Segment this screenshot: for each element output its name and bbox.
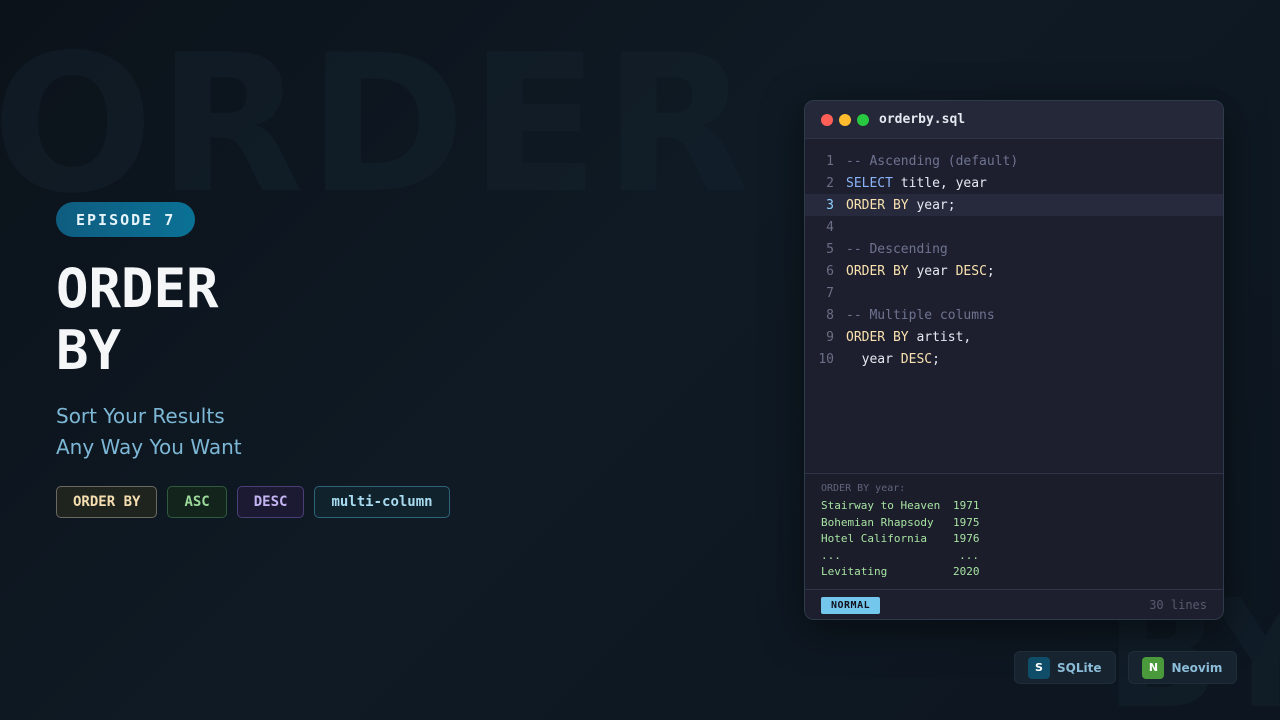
topic-tags: ORDER BY ASC DESC multi-column [56,486,450,518]
code-token: ; [986,263,995,279]
result-year-cell: 1975 [953,515,980,529]
code-line[interactable]: 2 SELECT title, year [805,172,1223,194]
line-number: 9 [826,329,834,345]
line-number: 1 [826,153,834,169]
result-year-cell: ... [959,548,979,562]
result-title-cell: ... [821,548,841,562]
title-line-2: BY [56,319,122,382]
episode-badge: EPISODE 7 [56,202,196,237]
code-token: DESC [955,263,987,279]
minimize-window-dot[interactable] [839,113,851,126]
editor-statusbar: NORMAL 30 lines [805,589,1223,619]
code-line[interactable]: 4 [805,216,1223,238]
close-window-dot[interactable] [821,113,833,126]
editor-titlebar: orderby.sql [805,101,1223,139]
code-token: ORDER BY [846,329,909,345]
code-editor-window: orderby.sql 1 -- Ascending (default) 2 SELE… [804,100,1224,620]
tag-order-by: ORDER BY [56,486,158,518]
tag-multi-column: multi-column [314,486,450,518]
page-title: ORDER BY [56,258,219,382]
editor-filename: orderby.sql [879,112,966,127]
code-token: artist, [908,329,972,345]
code-line[interactable]: 6 ORDER BY year DESC; [805,260,1223,282]
result-row: Levitating 2020 [821,565,1207,582]
code-token: year [908,263,956,279]
line-number: 8 [826,307,834,323]
line-number: 4 [826,219,834,235]
line-number: 10 [818,351,834,367]
result-year-cell: 2020 [953,565,980,578]
tool-badges: S SQLite N Neovim [1014,651,1238,684]
vim-mode-badge: NORMAL [821,596,881,614]
code-area[interactable]: 1 -- Ascending (default) 2 SELECT title, ye… [805,139,1223,370]
result-row: Bohemian Rhapsody 1975 [821,516,1207,533]
line-count: 30 lines [1149,598,1207,612]
sqlite-icon: S [1028,656,1050,679]
title-line-1: ORDER [56,257,219,320]
tool-label-neovim: Neovim [1171,660,1223,675]
results-title: ORDER BY year: [821,483,906,494]
result-row: Stairway to Heaven 1971 [821,499,1207,516]
code-token: title, year [892,175,987,191]
result-row: ...... [821,549,1207,566]
line-number: 3 [826,197,834,213]
code-line[interactable]: 7 [805,282,1223,304]
code-token: year [846,351,901,367]
tag-desc: DESC [236,486,305,518]
code-line[interactable]: 3 ORDER BY year; [805,194,1223,216]
code-line[interactable]: 10 year DESC; [805,348,1223,370]
code-token: -- Multiple columns [846,307,995,323]
result-title-cell: Bohemian Rhapsody [821,515,934,529]
result-year-cell: 1976 [953,532,980,545]
line-number: 5 [826,241,834,257]
background-word-order: ORDER [0,14,754,235]
code-line[interactable]: 9 ORDER BY artist, [805,326,1223,348]
code-token: ORDER BY [846,263,909,279]
code-token: -- Ascending (default) [846,153,1019,169]
result-title-cell: Hotel California [821,532,927,545]
tag-asc: ASC [167,486,227,518]
code-line[interactable]: 8 -- Multiple columns [805,304,1223,326]
line-number: 7 [826,285,834,301]
result-title-cell: Levitating [821,565,888,578]
query-results-panel: ORDER BY year: Stairway to Heaven 1971 Boh… [805,473,1223,589]
line-number: 6 [826,263,834,279]
subtitle-line-1: Sort Your Results [56,404,225,428]
line-number: 2 [826,175,834,191]
result-title-cell: Stairway to Heaven [821,499,941,512]
code-token: -- Descending [846,241,948,257]
result-row: Hotel California 1976 [821,532,1207,549]
code-line[interactable]: 5 -- Descending [805,238,1223,260]
code-line[interactable]: 1 -- Ascending (default) [805,150,1223,172]
tool-badge-neovim: N Neovim [1128,651,1238,684]
result-year-cell: 1971 [953,499,980,512]
code-token: ORDER BY [846,197,909,213]
tool-badge-sqlite: S SQLite [1014,651,1117,684]
subtitle-line-2: Any Way You Want [56,435,242,459]
subtitle: Sort Your Results Any Way You Want [56,401,242,463]
code-token: year; [908,197,956,213]
neovim-icon: N [1142,656,1165,679]
code-token: SELECT [846,175,893,191]
maximize-window-dot[interactable] [857,113,869,126]
code-token: DESC [900,351,933,367]
tool-label-sqlite: SQLite [1057,660,1102,675]
code-token: ; [932,351,940,367]
